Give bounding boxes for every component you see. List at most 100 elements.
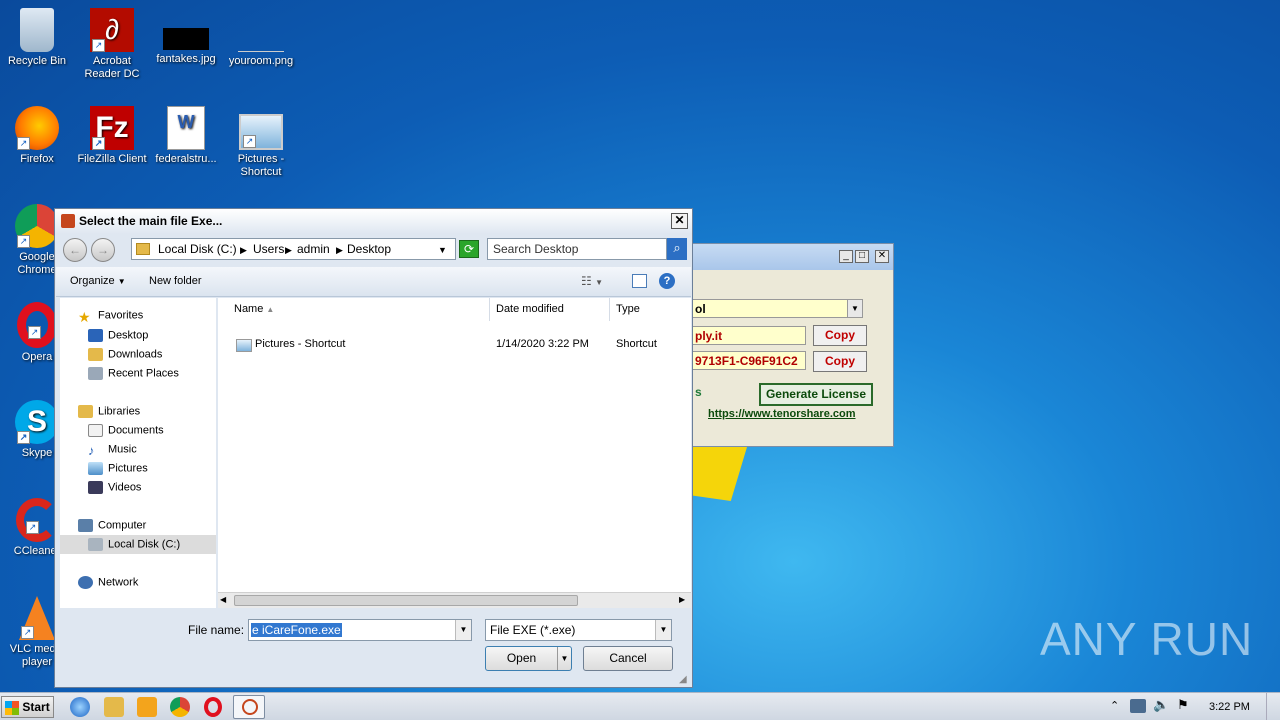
nav-label: Local Disk (C:) bbox=[108, 538, 181, 551]
breadcrumb-local-disk[interactable]: Local Disk (C:) bbox=[158, 242, 237, 256]
nav-videos[interactable]: Videos bbox=[88, 481, 141, 494]
nav-label: Music bbox=[108, 443, 137, 456]
license-tool-window[interactable]: _ □ ✕ ol ▼ ply.it Copy 9713F1-C96F91C2 C… bbox=[690, 243, 894, 447]
nav-pictures[interactable]: Pictures bbox=[88, 462, 148, 475]
back-button[interactable]: ← bbox=[63, 238, 87, 262]
scrollbar-thumb[interactable] bbox=[234, 595, 578, 606]
nav-libraries[interactable]: Libraries bbox=[78, 405, 140, 418]
show-hidden-icons[interactable]: ⌃ bbox=[1110, 699, 1119, 712]
address-bar[interactable]: Local Disk (C:) ▶ Users ▶ admin ▶ Deskto… bbox=[131, 238, 456, 260]
license-tool-titlebar[interactable]: _ □ ✕ bbox=[691, 244, 893, 270]
ie-icon[interactable] bbox=[70, 697, 90, 717]
cancel-button[interactable]: Cancel bbox=[583, 646, 673, 671]
nav-computer[interactable]: Computer bbox=[78, 519, 146, 532]
clock[interactable]: 3:22 PM bbox=[1209, 701, 1250, 713]
breadcrumb-separator-icon: ▶ bbox=[336, 245, 343, 255]
close-button[interactable]: ✕ bbox=[875, 250, 889, 263]
nav-desktop[interactable]: Desktop bbox=[88, 329, 148, 342]
nav-local-disk[interactable]: Local Disk (C:) bbox=[88, 538, 180, 551]
chevron-down-icon[interactable]: ▼ bbox=[455, 620, 471, 640]
view-options-icon[interactable]: ☷ ▼ bbox=[581, 274, 603, 288]
file-list-pane[interactable]: Name ▲ Date modified Type Pictures - Sho… bbox=[218, 298, 691, 608]
desktop-icon-acrobat[interactable]: ∂ ↗ Acrobat Reader DC bbox=[75, 8, 149, 81]
file-name-label: File name: bbox=[188, 623, 245, 637]
chrome-taskbar-icon[interactable] bbox=[170, 697, 190, 717]
product-dropdown[interactable]: ol ▼ bbox=[691, 299, 863, 318]
file-name-input[interactable]: e iCareFone.exe ▼ bbox=[248, 619, 472, 641]
nav-downloads[interactable]: Downloads bbox=[88, 348, 162, 361]
generate-license-button[interactable]: Generate License bbox=[759, 383, 873, 406]
image-file-icon bbox=[163, 28, 209, 50]
scroll-right-icon[interactable]: ▶ bbox=[679, 595, 685, 604]
column-header-date[interactable]: Date modified bbox=[490, 298, 610, 321]
nav-recent-places[interactable]: Recent Places bbox=[88, 367, 179, 380]
open-split-dropdown[interactable]: ▼ bbox=[557, 647, 571, 670]
new-folder-button[interactable]: New folder bbox=[149, 275, 202, 287]
nav-label: Downloads bbox=[108, 348, 163, 361]
nav-favorites[interactable]: ★ Favorites bbox=[78, 309, 143, 325]
nav-music[interactable]: ♪ Music bbox=[88, 443, 137, 458]
organize-button[interactable]: Organize ▼ bbox=[70, 275, 126, 287]
active-app-taskbar-button[interactable] bbox=[233, 695, 265, 719]
file-row[interactable]: Pictures - Shortcut 1/14/2020 3:22 PM Sh… bbox=[218, 336, 691, 355]
column-header-name[interactable]: Name ▲ bbox=[218, 298, 490, 321]
search-input[interactable]: Search Desktop bbox=[487, 238, 667, 260]
folder-icon bbox=[136, 243, 150, 255]
file-name-value: e iCareFone.exe bbox=[251, 623, 342, 637]
recycle-bin-icon bbox=[20, 8, 54, 52]
dialog-titlebar[interactable]: Select the main file Exe... ✕ bbox=[55, 209, 692, 234]
skype-icon: S ↗ bbox=[15, 400, 59, 444]
start-button[interactable]: Start bbox=[1, 696, 54, 718]
recent-places-icon bbox=[88, 367, 103, 380]
shortcut-icon bbox=[236, 339, 252, 352]
desktop-icon-youroom[interactable]: youroom.png bbox=[224, 8, 298, 68]
breadcrumb-admin[interactable]: admin bbox=[297, 242, 330, 256]
open-button[interactable]: Open ▼ bbox=[485, 646, 572, 671]
resize-grip-icon[interactable]: ◢ bbox=[679, 674, 687, 685]
desktop-icon-label: Google Chrome bbox=[17, 251, 57, 276]
refresh-button[interactable]: ⟳ bbox=[459, 240, 479, 258]
volume-icon[interactable]: 🔈 bbox=[1153, 697, 1169, 713]
file-type-value: File EXE (*.exe) bbox=[490, 623, 576, 637]
search-icon[interactable]: ⌕ bbox=[667, 238, 687, 260]
network-tray-icon[interactable] bbox=[1130, 699, 1146, 713]
explorer-icon[interactable] bbox=[104, 697, 124, 717]
chevron-down-icon[interactable]: ▼ bbox=[438, 245, 447, 255]
breadcrumb-desktop[interactable]: Desktop bbox=[347, 242, 391, 256]
preview-pane-icon[interactable] bbox=[632, 274, 647, 288]
media-player-icon[interactable] bbox=[137, 697, 157, 717]
file-type: Shortcut bbox=[616, 338, 657, 350]
license-key-field[interactable]: 9713F1-C96F91C2 bbox=[691, 351, 806, 370]
tenorshare-link[interactable]: https://www.tenorshare.com bbox=[708, 408, 856, 420]
desktop-icon-pictures-shortcut[interactable]: ↗ Pictures - Shortcut bbox=[224, 106, 298, 179]
nav-documents[interactable]: Documents bbox=[88, 424, 164, 437]
dialog-close-button[interactable]: ✕ bbox=[671, 213, 688, 229]
column-header-type[interactable]: Type bbox=[610, 298, 691, 321]
nav-network[interactable]: Network bbox=[78, 576, 138, 589]
chevron-down-icon: ▼ bbox=[847, 300, 862, 317]
desktop-icon-fantakes[interactable]: fantakes.jpg bbox=[149, 8, 223, 66]
file-type-select[interactable]: File EXE (*.exe) ▼ bbox=[485, 619, 672, 641]
forward-button[interactable]: → bbox=[91, 238, 115, 262]
star-icon: ★ bbox=[78, 309, 91, 325]
opera-taskbar-icon[interactable] bbox=[204, 697, 222, 717]
maximize-button[interactable]: □ bbox=[855, 250, 869, 263]
flag-icon[interactable]: ⚑ bbox=[1177, 697, 1189, 713]
desktop-icon-recycle-bin[interactable]: Recycle Bin bbox=[0, 8, 74, 68]
copy-key-button[interactable]: Copy bbox=[813, 351, 867, 372]
desktop-icon-label: Opera bbox=[21, 351, 53, 363]
desktop-icon-firefox[interactable]: ↗ Firefox bbox=[0, 106, 74, 166]
minimize-button[interactable]: _ bbox=[839, 250, 853, 263]
navigation-pane: ★ Favorites Desktop Downloads Recent Plac… bbox=[60, 298, 216, 608]
email-field[interactable]: ply.it bbox=[691, 326, 806, 345]
open-file-dialog[interactable]: Select the main file Exe... ✕ ← → Local … bbox=[54, 208, 693, 688]
desktop-icon-label: FileZilla Client bbox=[77, 153, 147, 165]
show-desktop-button[interactable] bbox=[1266, 693, 1279, 720]
breadcrumb-users[interactable]: Users bbox=[253, 242, 284, 256]
help-icon[interactable]: ? bbox=[659, 273, 675, 289]
copy-email-button[interactable]: Copy bbox=[813, 325, 867, 346]
desktop-icon-filezilla[interactable]: Fz ↗ FileZilla Client bbox=[75, 106, 149, 166]
horizontal-scrollbar[interactable]: ◀ ▶ bbox=[218, 592, 691, 608]
desktop-icon-federalstru[interactable]: W federalstru... bbox=[149, 106, 223, 166]
scroll-left-icon[interactable]: ◀ bbox=[220, 595, 226, 604]
